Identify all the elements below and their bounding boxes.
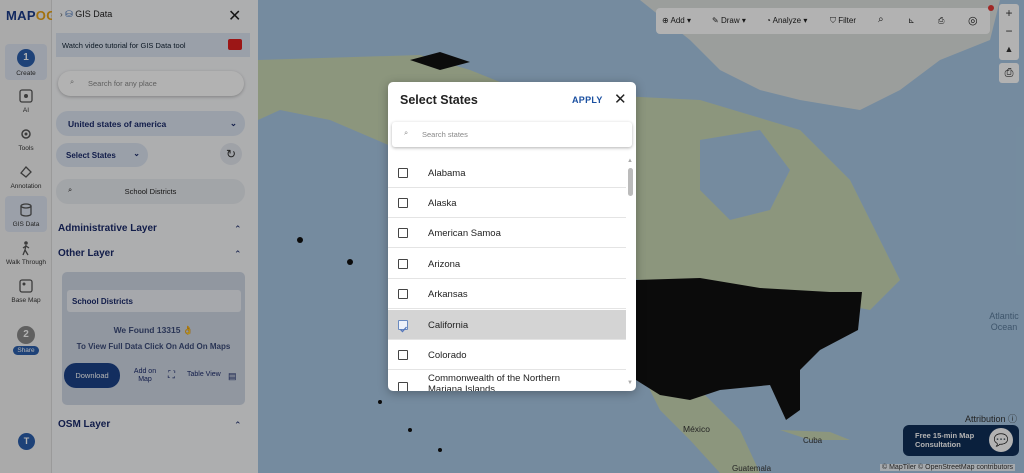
- state-label: Colorado: [428, 350, 467, 361]
- apply-button[interactable]: APPLY: [572, 95, 603, 105]
- checkbox[interactable]: [398, 289, 408, 299]
- state-row[interactable]: American Samoa: [388, 218, 626, 248]
- checkbox[interactable]: [398, 259, 408, 269]
- state-row-selected[interactable]: California: [388, 310, 626, 340]
- checkbox[interactable]: [398, 382, 408, 391]
- state-label: American Samoa: [428, 228, 501, 239]
- checkbox-checked[interactable]: [398, 320, 408, 333]
- modal-title: Select States: [400, 93, 478, 107]
- select-states-modal: Select States APPLY ✕ ⌕ Search states Al…: [388, 82, 636, 391]
- state-list: Alabama Alaska American Samoa Arizona Ar…: [388, 158, 626, 391]
- state-label: Commonwealth of the Northern Mariana Isl…: [428, 373, 561, 391]
- state-label: Alabama: [428, 168, 466, 179]
- state-row[interactable]: Arizona: [388, 249, 626, 279]
- state-row[interactable]: Arkansas: [388, 279, 626, 309]
- state-label: Arkansas: [428, 289, 468, 300]
- state-search-placeholder: Search states: [422, 130, 468, 139]
- modal-close-button[interactable]: ✕: [614, 90, 627, 108]
- modal-scrollbar[interactable]: ▲ ▼: [627, 158, 634, 388]
- scroll-up-icon[interactable]: ▲: [627, 158, 633, 164]
- state-row[interactable]: Colorado: [388, 340, 626, 370]
- state-label: California: [428, 320, 469, 331]
- check-icon: [400, 326, 407, 333]
- state-row[interactable]: Alaska: [388, 188, 626, 218]
- scroll-down-icon[interactable]: ▼: [627, 380, 633, 386]
- checkbox[interactable]: [398, 228, 408, 238]
- state-search-input[interactable]: ⌕ Search states: [392, 122, 632, 147]
- state-row[interactable]: Alabama: [388, 158, 626, 188]
- checkbox[interactable]: [398, 198, 408, 208]
- state-row[interactable]: Commonwealth of the Northern Mariana Isl…: [388, 370, 626, 391]
- state-label: Alaska: [428, 198, 457, 209]
- state-label: Arizona: [428, 259, 461, 270]
- close-icon: ✕: [614, 91, 627, 108]
- checkbox[interactable]: [398, 168, 408, 178]
- search-icon: ⌕: [404, 128, 409, 137]
- checkbox[interactable]: [398, 350, 408, 360]
- scroll-thumb[interactable]: [628, 168, 633, 196]
